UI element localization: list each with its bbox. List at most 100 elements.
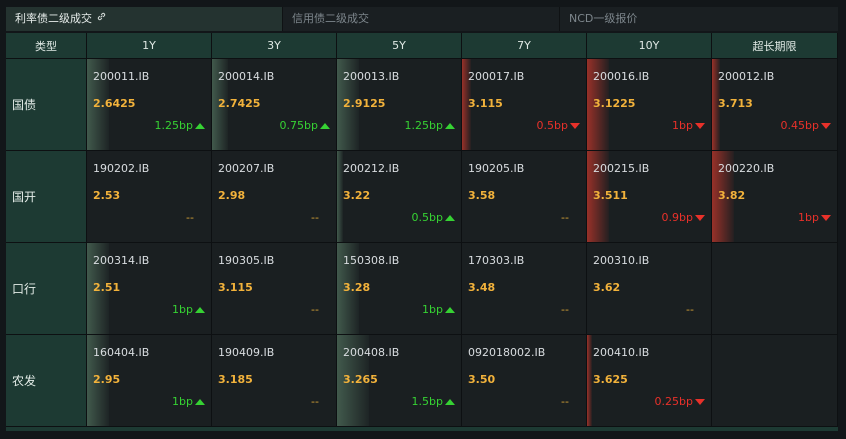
bond-yield: 3.82 [718, 189, 746, 202]
empty-cell [712, 243, 838, 335]
bond-cell[interactable]: 200408.IB 3.265 1.5bp [337, 335, 462, 427]
table-row: 国开 190202.IB 2.53 -- 200207.IB 2.98 -- 200212.I… [6, 151, 838, 243]
arrow-up-icon [445, 123, 455, 129]
bond-yield: 3.62 [593, 281, 621, 294]
yield-change: -- [311, 303, 319, 316]
arrow-down-icon [695, 399, 705, 405]
bond-cell[interactable]: 200207.IB 2.98 -- [212, 151, 337, 243]
yield-change: 1bp [798, 211, 831, 224]
bond-code: 200212.IB [343, 162, 400, 175]
bond-cell[interactable]: 190305.IB 3.115 -- [212, 243, 337, 335]
bond-cell[interactable]: 150308.IB 3.28 1bp [337, 243, 462, 335]
arrow-up-icon [445, 399, 455, 405]
bond-yield: 2.7425 [218, 97, 261, 110]
column-header-7y[interactable]: 7Y [462, 33, 587, 59]
arrow-down-icon [570, 123, 580, 129]
bond-cell[interactable]: 200011.IB 2.6425 1.25bp [87, 59, 212, 151]
yield-change: 0.25bp [655, 395, 705, 408]
arrow-down-icon [821, 123, 831, 129]
bond-code: 200011.IB [93, 70, 150, 83]
bond-cell[interactable]: 092018002.IB 3.50 -- [462, 335, 587, 427]
bond-code: 200014.IB [218, 70, 275, 83]
column-header-ultra-long[interactable]: 超长期限 [712, 33, 838, 59]
bond-cell[interactable]: 200014.IB 2.7425 0.75bp [212, 59, 337, 151]
bond-code: 190202.IB [93, 162, 150, 175]
bond-cell[interactable]: 200215.IB 3.511 0.9bp [587, 151, 712, 243]
yield-change-value: 0.5bp [411, 211, 443, 224]
bond-cell[interactable]: 190202.IB 2.53 -- [87, 151, 212, 243]
bond-code: 190305.IB [218, 254, 275, 267]
column-header-10y[interactable]: 10Y [587, 33, 712, 59]
column-header-type: 类型 [6, 33, 87, 59]
bond-yield: 3.185 [218, 373, 253, 386]
yield-change: 1bp [172, 303, 205, 316]
yield-change-value: -- [311, 303, 319, 316]
bond-cell[interactable]: 200012.IB 3.713 0.45bp [712, 59, 838, 151]
bond-yield: 2.95 [93, 373, 121, 386]
bond-cell[interactable]: 200017.IB 3.115 0.5bp [462, 59, 587, 151]
tab-bar: 利率债二级成交 信用债二级成交 NCD一级报价 [6, 7, 838, 31]
yield-change-value: 1.25bp [154, 119, 193, 132]
bond-code: 150308.IB [343, 254, 400, 267]
table-row: 口行 200314.IB 2.51 1bp 190305.IB 3.115 -- 150308… [6, 243, 838, 335]
yield-change: 1.5bp [412, 395, 455, 408]
yield-change: 1.25bp [405, 119, 455, 132]
bond-code: 170303.IB [468, 254, 525, 267]
yield-change-value: 1bp [172, 303, 193, 316]
bond-cell[interactable]: 200013.IB 2.9125 1.25bp [337, 59, 462, 151]
bond-cell[interactable]: 190409.IB 3.185 -- [212, 335, 337, 427]
bond-code: 200310.IB [593, 254, 650, 267]
table-row: 国债 200011.IB 2.6425 1.25bp 200014.IB 2.7425 0.… [6, 59, 838, 151]
bond-cell[interactable]: 170303.IB 3.48 -- [462, 243, 587, 335]
bond-yield: 3.58 [468, 189, 496, 202]
yield-change-value: -- [561, 303, 569, 316]
yield-change: 0.45bp [781, 119, 831, 132]
yield-change-value: -- [186, 211, 194, 224]
yield-change: -- [561, 303, 569, 316]
row-type-label: 国开 [6, 151, 87, 243]
row-type-label: 口行 [6, 243, 87, 335]
yield-change-value: -- [686, 303, 694, 316]
tab-ncd-primary-quote[interactable]: NCD一级报价 [560, 7, 838, 31]
bond-code: 200408.IB [343, 346, 400, 359]
yield-change: -- [561, 395, 569, 408]
bond-cell[interactable]: 200310.IB 3.62 -- [587, 243, 712, 335]
bond-code: 200016.IB [593, 70, 650, 83]
bond-code: 200220.IB [718, 162, 775, 175]
link-icon[interactable] [96, 7, 107, 31]
bond-code: 200410.IB [593, 346, 650, 359]
arrow-up-icon [195, 399, 205, 405]
bond-code: 200013.IB [343, 70, 400, 83]
table-bottom-strip [6, 427, 838, 431]
yield-change-value: 1.25bp [404, 119, 443, 132]
column-header-1y[interactable]: 1Y [87, 33, 212, 59]
yield-change: 0.5bp [537, 119, 580, 132]
bond-code: 200215.IB [593, 162, 650, 175]
column-header-5y[interactable]: 5Y [337, 33, 462, 59]
tab-label: NCD一级报价 [569, 12, 638, 25]
bond-cell[interactable]: 200016.IB 3.1225 1bp [587, 59, 712, 151]
yield-change: 0.9bp [662, 211, 705, 224]
tab-credit-bond-secondary[interactable]: 信用债二级成交 [283, 7, 560, 31]
bond-yield: 3.50 [468, 373, 496, 386]
bond-cell[interactable]: 200314.IB 2.51 1bp [87, 243, 212, 335]
tab-rate-bond-secondary[interactable]: 利率债二级成交 [6, 7, 283, 31]
bond-cell[interactable]: 160404.IB 2.95 1bp [87, 335, 212, 427]
bond-cell[interactable]: 190205.IB 3.58 -- [462, 151, 587, 243]
arrow-down-icon [695, 215, 705, 221]
yield-change-value: 0.9bp [661, 211, 693, 224]
column-header-3y[interactable]: 3Y [212, 33, 337, 59]
bond-yield: 3.115 [468, 97, 503, 110]
bond-code: 190409.IB [218, 346, 275, 359]
yield-change-value: -- [561, 211, 569, 224]
bond-cell[interactable]: 200212.IB 3.22 0.5bp [337, 151, 462, 243]
yield-change-value: 1bp [672, 119, 693, 132]
bond-code: 190205.IB [468, 162, 525, 175]
yield-change-value: -- [311, 211, 319, 224]
bond-cell[interactable]: 200220.IB 3.82 1bp [712, 151, 838, 243]
change-bar [587, 335, 592, 426]
yield-change-value: 1bp [422, 303, 443, 316]
yield-change-value: -- [561, 395, 569, 408]
bond-cell[interactable]: 200410.IB 3.625 0.25bp [587, 335, 712, 427]
table-header-row: 类型 1Y 3Y 5Y 7Y 10Y 超长期限 [6, 33, 838, 59]
